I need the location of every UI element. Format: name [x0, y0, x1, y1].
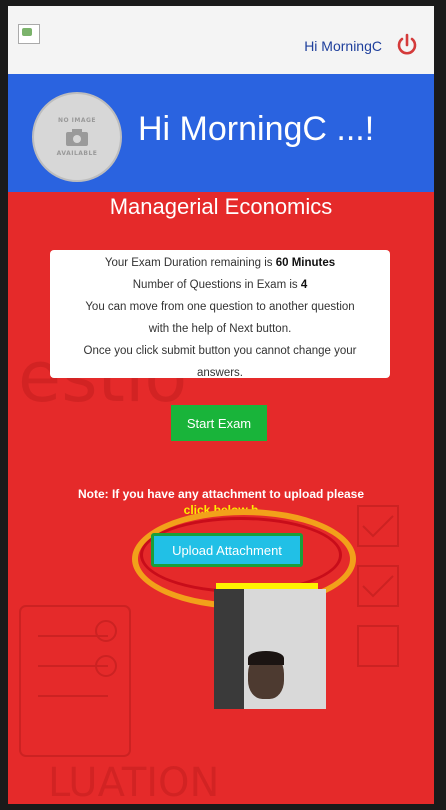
avatar-text-top: NO IMAGE — [57, 117, 97, 124]
instruction-line-3: You can move from one question to anothe… — [85, 301, 355, 313]
questions-line: Number of Questions in Exam is 4 — [132, 279, 308, 291]
start-exam-button[interactable]: Start Exam — [171, 405, 267, 441]
power-icon[interactable] — [394, 32, 420, 58]
questions-value: 4 — [300, 279, 308, 291]
camera-icon — [66, 129, 88, 146]
exam-screen: estio LUATION Hi MorningC NO IMAGE AVAIL… — [8, 6, 434, 804]
profile-header: NO IMAGE AVAILABLE Hi MorningC ...! — [8, 74, 434, 192]
welcome-title: Hi MorningC ...! — [138, 110, 375, 148]
avatar: NO IMAGE AVAILABLE — [32, 92, 122, 182]
avatar-text-bottom: AVAILABLE — [56, 150, 98, 157]
user-greeting: Hi MorningC — [304, 38, 382, 54]
webcam-preview — [214, 589, 326, 709]
broken-image-icon — [18, 24, 40, 44]
top-bar: Hi MorningC — [8, 6, 434, 74]
instruction-line-6: answers. — [196, 367, 244, 379]
instruction-line-4: with the help of Next button. — [148, 323, 292, 335]
subject-title: Managerial Economics — [109, 194, 333, 219]
duration-value: 60 Minutes — [275, 257, 336, 269]
svg-text:LUATION: LUATION — [48, 760, 219, 804]
duration-line: Your Exam Duration remaining is 60 Minut… — [104, 257, 336, 269]
instruction-line-5: Once you click submit button you cannot … — [83, 345, 357, 357]
exam-instructions: Your Exam Duration remaining is 60 Minut… — [50, 250, 390, 379]
upload-attachment-button[interactable]: Upload Attachment — [151, 533, 303, 567]
